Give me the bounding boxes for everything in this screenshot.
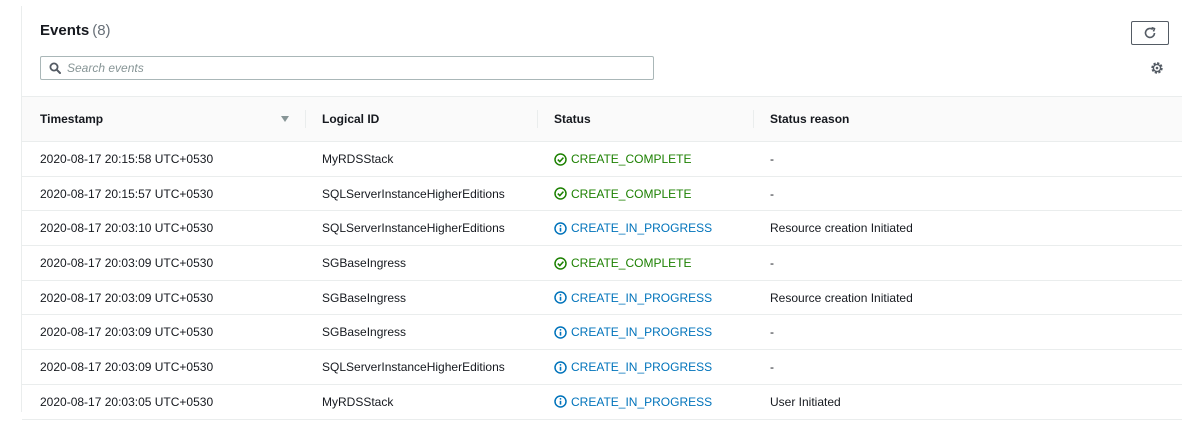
status-reason-cell: - — [770, 186, 774, 201]
sort-descending-icon[interactable] — [280, 115, 290, 123]
info-circle-icon — [554, 222, 567, 235]
info-circle-icon — [554, 395, 567, 409]
timestamp-cell: 2020-08-17 20:03:05 UTC+0530 — [40, 394, 214, 409]
info-circle-icon — [554, 326, 567, 339]
status-reason-cell: Resource creation Initiated — [770, 290, 913, 305]
table-row: 2020-08-17 20:03:05 UTC+0530 MyRDSStack … — [22, 385, 1182, 420]
timestamp-cell: 2020-08-17 20:03:09 UTC+0530 — [40, 256, 214, 271]
column-divider — [537, 110, 538, 128]
status-cell: CREATE_COMPLETE — [554, 142, 691, 176]
info-circle-icon — [554, 360, 567, 374]
status-label: CREATE_COMPLETE — [571, 186, 692, 201]
logical-id-cell: SQLServerInstanceHigherEditions — [322, 221, 505, 236]
table-header: Timestamp Logical ID Status Status reaso… — [22, 96, 1182, 142]
status-cell: CREATE_IN_PROGRESS — [554, 350, 712, 384]
logical-id-cell: SGBaseIngress — [322, 325, 407, 340]
table-row: 2020-08-17 20:03:09 UTC+0530 SGBaseIngre… — [22, 281, 1182, 316]
status-label: CREATE_IN_PROGRESS — [571, 394, 713, 409]
search-input[interactable] — [67, 59, 637, 77]
status-label: CREATE_IN_PROGRESS — [571, 360, 713, 375]
search-box[interactable] — [40, 56, 654, 80]
timestamp-cell: 2020-08-17 20:03:10 UTC+0530 — [40, 221, 214, 236]
column-header-logical-id[interactable]: Logical ID — [322, 97, 379, 141]
status-cell: CREATE_IN_PROGRESS — [554, 385, 712, 419]
status-reason-cell: - — [770, 360, 774, 375]
check-circle-icon — [554, 187, 567, 200]
status-cell: CREATE_IN_PROGRESS — [554, 281, 712, 315]
status-cell: CREATE_COMPLETE — [554, 246, 691, 280]
status-reason-cell: - — [770, 256, 774, 271]
status-reason-cell: - — [770, 152, 774, 166]
events-title-text: Events — [40, 22, 90, 39]
check-circle-icon — [554, 256, 567, 270]
timestamp-cell: 2020-08-17 20:15:58 UTC+0530 — [40, 152, 214, 166]
status-cell: CREATE_COMPLETE — [554, 177, 691, 211]
events-header: Events (8) — [22, 6, 1182, 96]
logical-id-cell: SGBaseIngress — [322, 256, 407, 271]
refresh-button[interactable] — [1131, 21, 1169, 45]
status-cell: CREATE_IN_PROGRESS — [554, 211, 712, 245]
logical-id-cell: SQLServerInstanceHigherEditions — [322, 186, 505, 201]
table-row: 2020-08-17 20:15:57 UTC+0530 SQLServerIn… — [22, 177, 1182, 212]
logical-id-cell: SGBaseIngress — [322, 290, 407, 305]
logical-id-cell: MyRDSStack — [322, 152, 394, 166]
search-icon — [49, 62, 61, 74]
timestamp-cell: 2020-08-17 20:03:09 UTC+0530 — [40, 290, 214, 305]
status-label: CREATE_COMPLETE — [571, 256, 692, 271]
column-divider — [305, 110, 306, 128]
events-title: Events (8) — [40, 22, 111, 39]
check-circle-icon — [554, 152, 567, 166]
gear-icon[interactable] — [1150, 61, 1164, 75]
refresh-icon — [1144, 26, 1156, 39]
status-reason-cell: User Initiated — [770, 394, 841, 409]
table-row: 2020-08-17 20:03:09 UTC+0530 SGBaseIngre… — [22, 315, 1182, 351]
events-table-body: 2020-08-17 20:15:58 UTC+0530 MyRDSStack … — [22, 142, 1182, 420]
status-reason-cell: - — [770, 325, 774, 340]
timestamp-cell: 2020-08-17 20:03:09 UTC+0530 — [40, 360, 214, 375]
table-row: 2020-08-17 20:03:10 UTC+0530 SQLServerIn… — [22, 211, 1182, 247]
info-circle-icon — [554, 291, 567, 304]
column-header-status-reason[interactable]: Status reason — [770, 97, 849, 141]
status-label: CREATE_IN_PROGRESS — [571, 290, 713, 305]
logical-id-cell: MyRDSStack — [322, 394, 394, 409]
table-row: 2020-08-17 20:03:09 UTC+0530 SGBaseIngre… — [22, 246, 1182, 281]
events-panel: Events(8) Timestamp Logical ID — [21, 6, 1182, 420]
column-header-status[interactable]: Status — [554, 97, 591, 141]
status-label: CREATE_IN_PROGRESS — [571, 325, 713, 340]
status-label: CREATE_COMPLETE — [571, 152, 692, 166]
timestamp-cell: 2020-08-17 20:03:09 UTC+0530 — [40, 325, 214, 340]
status-cell: CREATE_IN_PROGRESS — [554, 315, 712, 349]
column-header-timestamp[interactable]: Timestamp — [40, 97, 103, 141]
column-divider — [753, 110, 754, 128]
logical-id-cell: SQLServerInstanceHigherEditions — [322, 360, 505, 375]
table-row: 2020-08-17 20:03:09 UTC+0530 SQLServerIn… — [22, 350, 1182, 385]
timestamp-cell: 2020-08-17 20:15:57 UTC+0530 — [40, 186, 214, 201]
status-label: CREATE_IN_PROGRESS — [571, 221, 713, 236]
status-reason-cell: Resource creation Initiated — [770, 221, 913, 236]
events-count: (8) — [92, 22, 111, 39]
table-row: 2020-08-17 20:15:58 UTC+0530 MyRDSStack … — [22, 142, 1182, 177]
